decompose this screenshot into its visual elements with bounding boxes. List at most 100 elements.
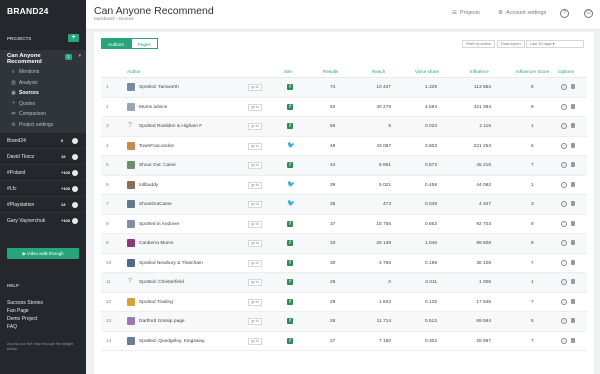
lock-icon[interactable] bbox=[571, 220, 575, 226]
help-link-faq[interactable]: FAQ bbox=[7, 323, 43, 331]
author-name[interactable]: ShoutOutCaine bbox=[139, 202, 172, 207]
lock-icon[interactable] bbox=[571, 298, 575, 304]
goto-button[interactable]: go to bbox=[248, 201, 262, 208]
goto-button[interactable]: go to bbox=[248, 259, 262, 267]
author-name[interactable]: Spotted: Chesterfield bbox=[139, 280, 184, 285]
author-name[interactable]: Spotted Ruislden & Higham F bbox=[139, 124, 202, 129]
info-icon[interactable]: i bbox=[561, 162, 567, 168]
facebook-icon[interactable]: f bbox=[287, 240, 293, 246]
help-link-success-stories[interactable]: Success Stories bbox=[7, 299, 43, 307]
lock-icon[interactable] bbox=[571, 337, 575, 343]
info-icon[interactable]: i bbox=[561, 201, 567, 207]
project-toggle[interactable] bbox=[72, 154, 78, 160]
goto-button[interactable]: go to bbox=[248, 220, 262, 228]
help-icon[interactable]: ? bbox=[560, 9, 569, 18]
author-name[interactable]: Spotted in Andover bbox=[139, 222, 180, 227]
goto-button[interactable]: go to bbox=[248, 103, 262, 111]
tab-pages[interactable]: Pages bbox=[130, 38, 158, 49]
lock-icon[interactable] bbox=[571, 279, 575, 284]
lock-icon[interactable] bbox=[571, 240, 575, 245]
project-toggle[interactable] bbox=[72, 218, 78, 224]
column-header-author[interactable]: Author bbox=[127, 69, 141, 74]
projects-menu[interactable]: ☰ Projects bbox=[452, 10, 480, 16]
subnav-item-analysis[interactable]: ▥ Analysis bbox=[0, 78, 86, 89]
help-link-demo-project[interactable]: Demo Project bbox=[7, 315, 43, 323]
data-export-button[interactable]: Data export bbox=[497, 40, 525, 48]
author-name[interactable]: Spotted: Quedgeley, Kingsway, bbox=[139, 339, 205, 344]
goto-button[interactable]: go to bbox=[248, 298, 262, 306]
brand-logo[interactable]: BRAND24 bbox=[0, 0, 86, 22]
filter-by-author-button[interactable]: Filter by author bbox=[462, 40, 496, 48]
lock-icon[interactable] bbox=[571, 318, 575, 323]
info-icon[interactable]: i bbox=[561, 142, 567, 149]
account-settings-link[interactable]: ⚙ Account settings bbox=[498, 10, 546, 16]
subnav-item-mentions[interactable]: ≡ Mentions bbox=[0, 67, 86, 78]
project-toggle[interactable] bbox=[72, 170, 78, 176]
lock-icon[interactable] bbox=[571, 84, 575, 89]
subnav-item-quotes[interactable]: ❝ Quotes bbox=[0, 99, 86, 110]
chevron-down-icon[interactable]: ▾ bbox=[78, 53, 81, 59]
column-header-site[interactable]: Site bbox=[284, 69, 292, 74]
lock-icon[interactable] bbox=[571, 103, 575, 109]
info-icon[interactable]: i bbox=[561, 240, 567, 246]
info-icon[interactable]: i bbox=[561, 181, 567, 188]
facebook-icon[interactable]: f bbox=[287, 298, 293, 305]
goto-button[interactable]: go to bbox=[248, 162, 262, 169]
author-name[interactable]: Mums advice bbox=[139, 105, 167, 110]
add-project-button[interactable]: + bbox=[68, 34, 79, 42]
project-toggle[interactable] bbox=[72, 202, 78, 208]
facebook-icon[interactable]: f bbox=[287, 279, 293, 285]
subnav-item-sources[interactable]: ◉ Sources bbox=[0, 88, 86, 99]
column-header-influence[interactable]: Influence bbox=[470, 69, 489, 74]
info-icon[interactable]: i bbox=[561, 318, 567, 324]
goto-button[interactable]: go to bbox=[248, 240, 262, 247]
goto-button[interactable]: go to bbox=[248, 181, 262, 189]
lock-icon[interactable] bbox=[571, 162, 575, 167]
lock-icon[interactable] bbox=[571, 123, 575, 128]
author-name[interactable]: Spotted: Tamworth bbox=[139, 85, 179, 90]
tab-authors[interactable]: Authors bbox=[101, 38, 131, 49]
facebook-icon[interactable]: f bbox=[287, 162, 293, 168]
twitter-icon[interactable]: 🐦 bbox=[287, 142, 295, 150]
author-name[interactable]: Dartford Gossip page bbox=[139, 319, 185, 324]
project-item[interactable]: Gary Vaynerchuk +100 bbox=[0, 212, 86, 228]
project-toggle[interactable] bbox=[72, 138, 78, 144]
logout-icon[interactable]: ⏻ bbox=[584, 9, 593, 18]
facebook-icon[interactable]: f bbox=[287, 259, 293, 266]
goto-button[interactable]: go to bbox=[248, 318, 262, 325]
facebook-icon[interactable]: f bbox=[287, 84, 293, 90]
info-icon[interactable]: i bbox=[561, 337, 567, 344]
info-icon[interactable]: i bbox=[561, 84, 567, 90]
project-toggle[interactable] bbox=[72, 186, 78, 192]
facebook-icon[interactable]: f bbox=[287, 220, 293, 227]
facebook-icon[interactable]: f bbox=[287, 318, 293, 324]
facebook-icon[interactable]: f bbox=[287, 103, 293, 110]
goto-button[interactable]: go to bbox=[248, 279, 262, 286]
author-name[interactable]: Canberra Mums bbox=[139, 241, 173, 246]
twitter-icon[interactable]: 🐦 bbox=[287, 200, 295, 208]
project-item[interactable]: #Playstation 13 bbox=[0, 196, 86, 212]
info-icon[interactable]: i bbox=[561, 259, 567, 266]
info-icon[interactable]: i bbox=[561, 220, 567, 227]
author-name[interactable]: Shout Out: Caine bbox=[139, 163, 176, 168]
active-project[interactable]: Can Anyone Recommend 1 ▾ bbox=[0, 50, 86, 67]
author-name[interactable]: Spotted Newbury & Thatcham bbox=[139, 261, 203, 266]
help-link-fan-page[interactable]: Fan Page bbox=[7, 307, 43, 315]
facebook-icon[interactable]: f bbox=[287, 123, 293, 129]
breadcrumb[interactable]: Dashboard › Sources bbox=[94, 16, 134, 21]
goto-button[interactable]: go to bbox=[248, 123, 262, 130]
author-name[interactable]: tollbuddy bbox=[139, 183, 158, 188]
subnav-item-comparison[interactable]: ⇄ Comparison bbox=[0, 109, 86, 120]
twitter-icon[interactable]: 🐦 bbox=[287, 181, 295, 189]
info-icon[interactable]: i bbox=[561, 103, 567, 110]
info-icon[interactable]: i bbox=[561, 123, 567, 129]
goto-button[interactable]: go to bbox=[248, 84, 262, 91]
project-item[interactable]: #Poland +100 bbox=[0, 164, 86, 180]
column-header-reach[interactable]: Reach bbox=[372, 69, 385, 74]
facebook-icon[interactable]: f bbox=[287, 337, 293, 344]
lock-icon[interactable] bbox=[571, 142, 575, 148]
goto-button[interactable]: go to bbox=[248, 337, 262, 345]
column-header-influencer-score[interactable]: Influencer Score bbox=[516, 69, 549, 74]
lock-icon[interactable] bbox=[571, 181, 575, 187]
project-item[interactable]: Brand24 0 bbox=[0, 132, 86, 148]
